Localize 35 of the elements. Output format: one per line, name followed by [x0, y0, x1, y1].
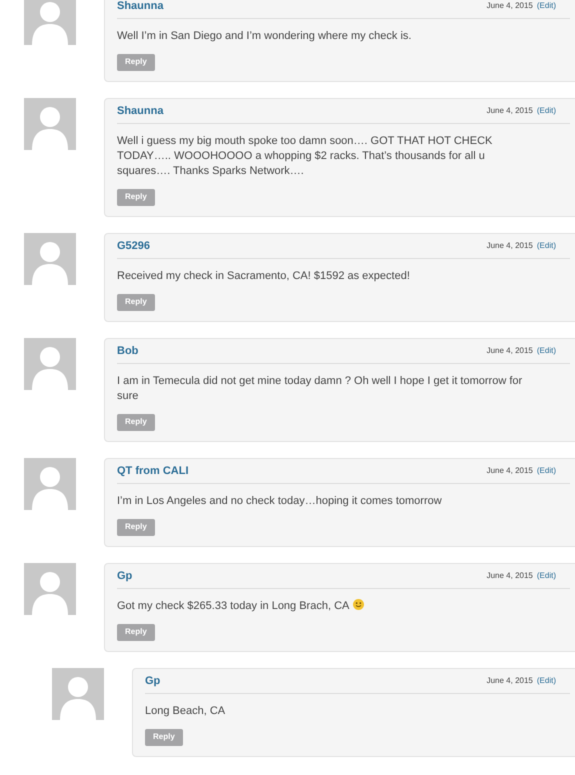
- avatar-icon: [24, 0, 76, 45]
- edit-link[interactable]: (Edit): [536, 0, 556, 12]
- author-name[interactable]: Shaunna: [117, 103, 164, 120]
- avatar-icon: [24, 98, 76, 150]
- comment-text: I am in Temecula did not get mine today damn ? Oh well I hope I get it tomorrow for sure: [117, 374, 524, 404]
- author-name[interactable]: QT from CALI: [117, 463, 188, 480]
- comment-text: Got my check $265.33 today in Long Brach, CA: [117, 598, 570, 614]
- author-name[interactable]: Gp: [145, 673, 160, 690]
- comment-date: June 4, 2015: [486, 570, 533, 582]
- comment-text: Well I’m in San Diego and I’m wondering where my check is.: [117, 28, 412, 44]
- edit-link[interactable]: (Edit): [536, 240, 556, 252]
- author-name[interactable]: Shaunna: [117, 0, 164, 14]
- comment-date: June 4, 2015: [486, 345, 533, 358]
- comment-text: Well i guess my big mouth spoke too damn soon…. GOT THAT HOT CHECK TODAY….. WOOOHOOOO a whopping $2 racks. That’s thousands for all u squares…. Thanks Sparks Network….: [117, 134, 494, 178]
- comment-date: June 4, 2015: [486, 675, 533, 688]
- author-name[interactable]: Gp: [117, 568, 132, 584]
- edit-link[interactable]: (Edit): [536, 465, 556, 478]
- comment-text: Received my check in Sacramento, CA! $1592 as expected!: [117, 268, 411, 284]
- author-name[interactable]: G5296: [117, 238, 150, 254]
- edit-link[interactable]: (Edit): [536, 675, 556, 688]
- author-name[interactable]: Bob: [117, 343, 138, 360]
- comment-date: June 4, 2015: [486, 465, 533, 478]
- comment-date: June 4, 2015: [486, 105, 533, 118]
- comment-date: June 4, 2015: [486, 240, 533, 252]
- avatar-icon: [24, 563, 76, 615]
- edit-link[interactable]: (Edit): [536, 105, 556, 118]
- edit-link[interactable]: (Edit): [536, 570, 556, 582]
- avatar-icon: [24, 338, 76, 390]
- comment-text: Long Beach, CA: [145, 704, 226, 718]
- avatar-icon: [24, 458, 76, 510]
- comment-text: I’m in Los Angeles and no check today…hoping it comes tomorrow: [117, 494, 443, 508]
- comment-date: June 4, 2015: [486, 0, 533, 12]
- avatar-icon: [52, 668, 104, 720]
- avatar-icon: [24, 233, 76, 285]
- edit-link[interactable]: (Edit): [536, 345, 556, 358]
